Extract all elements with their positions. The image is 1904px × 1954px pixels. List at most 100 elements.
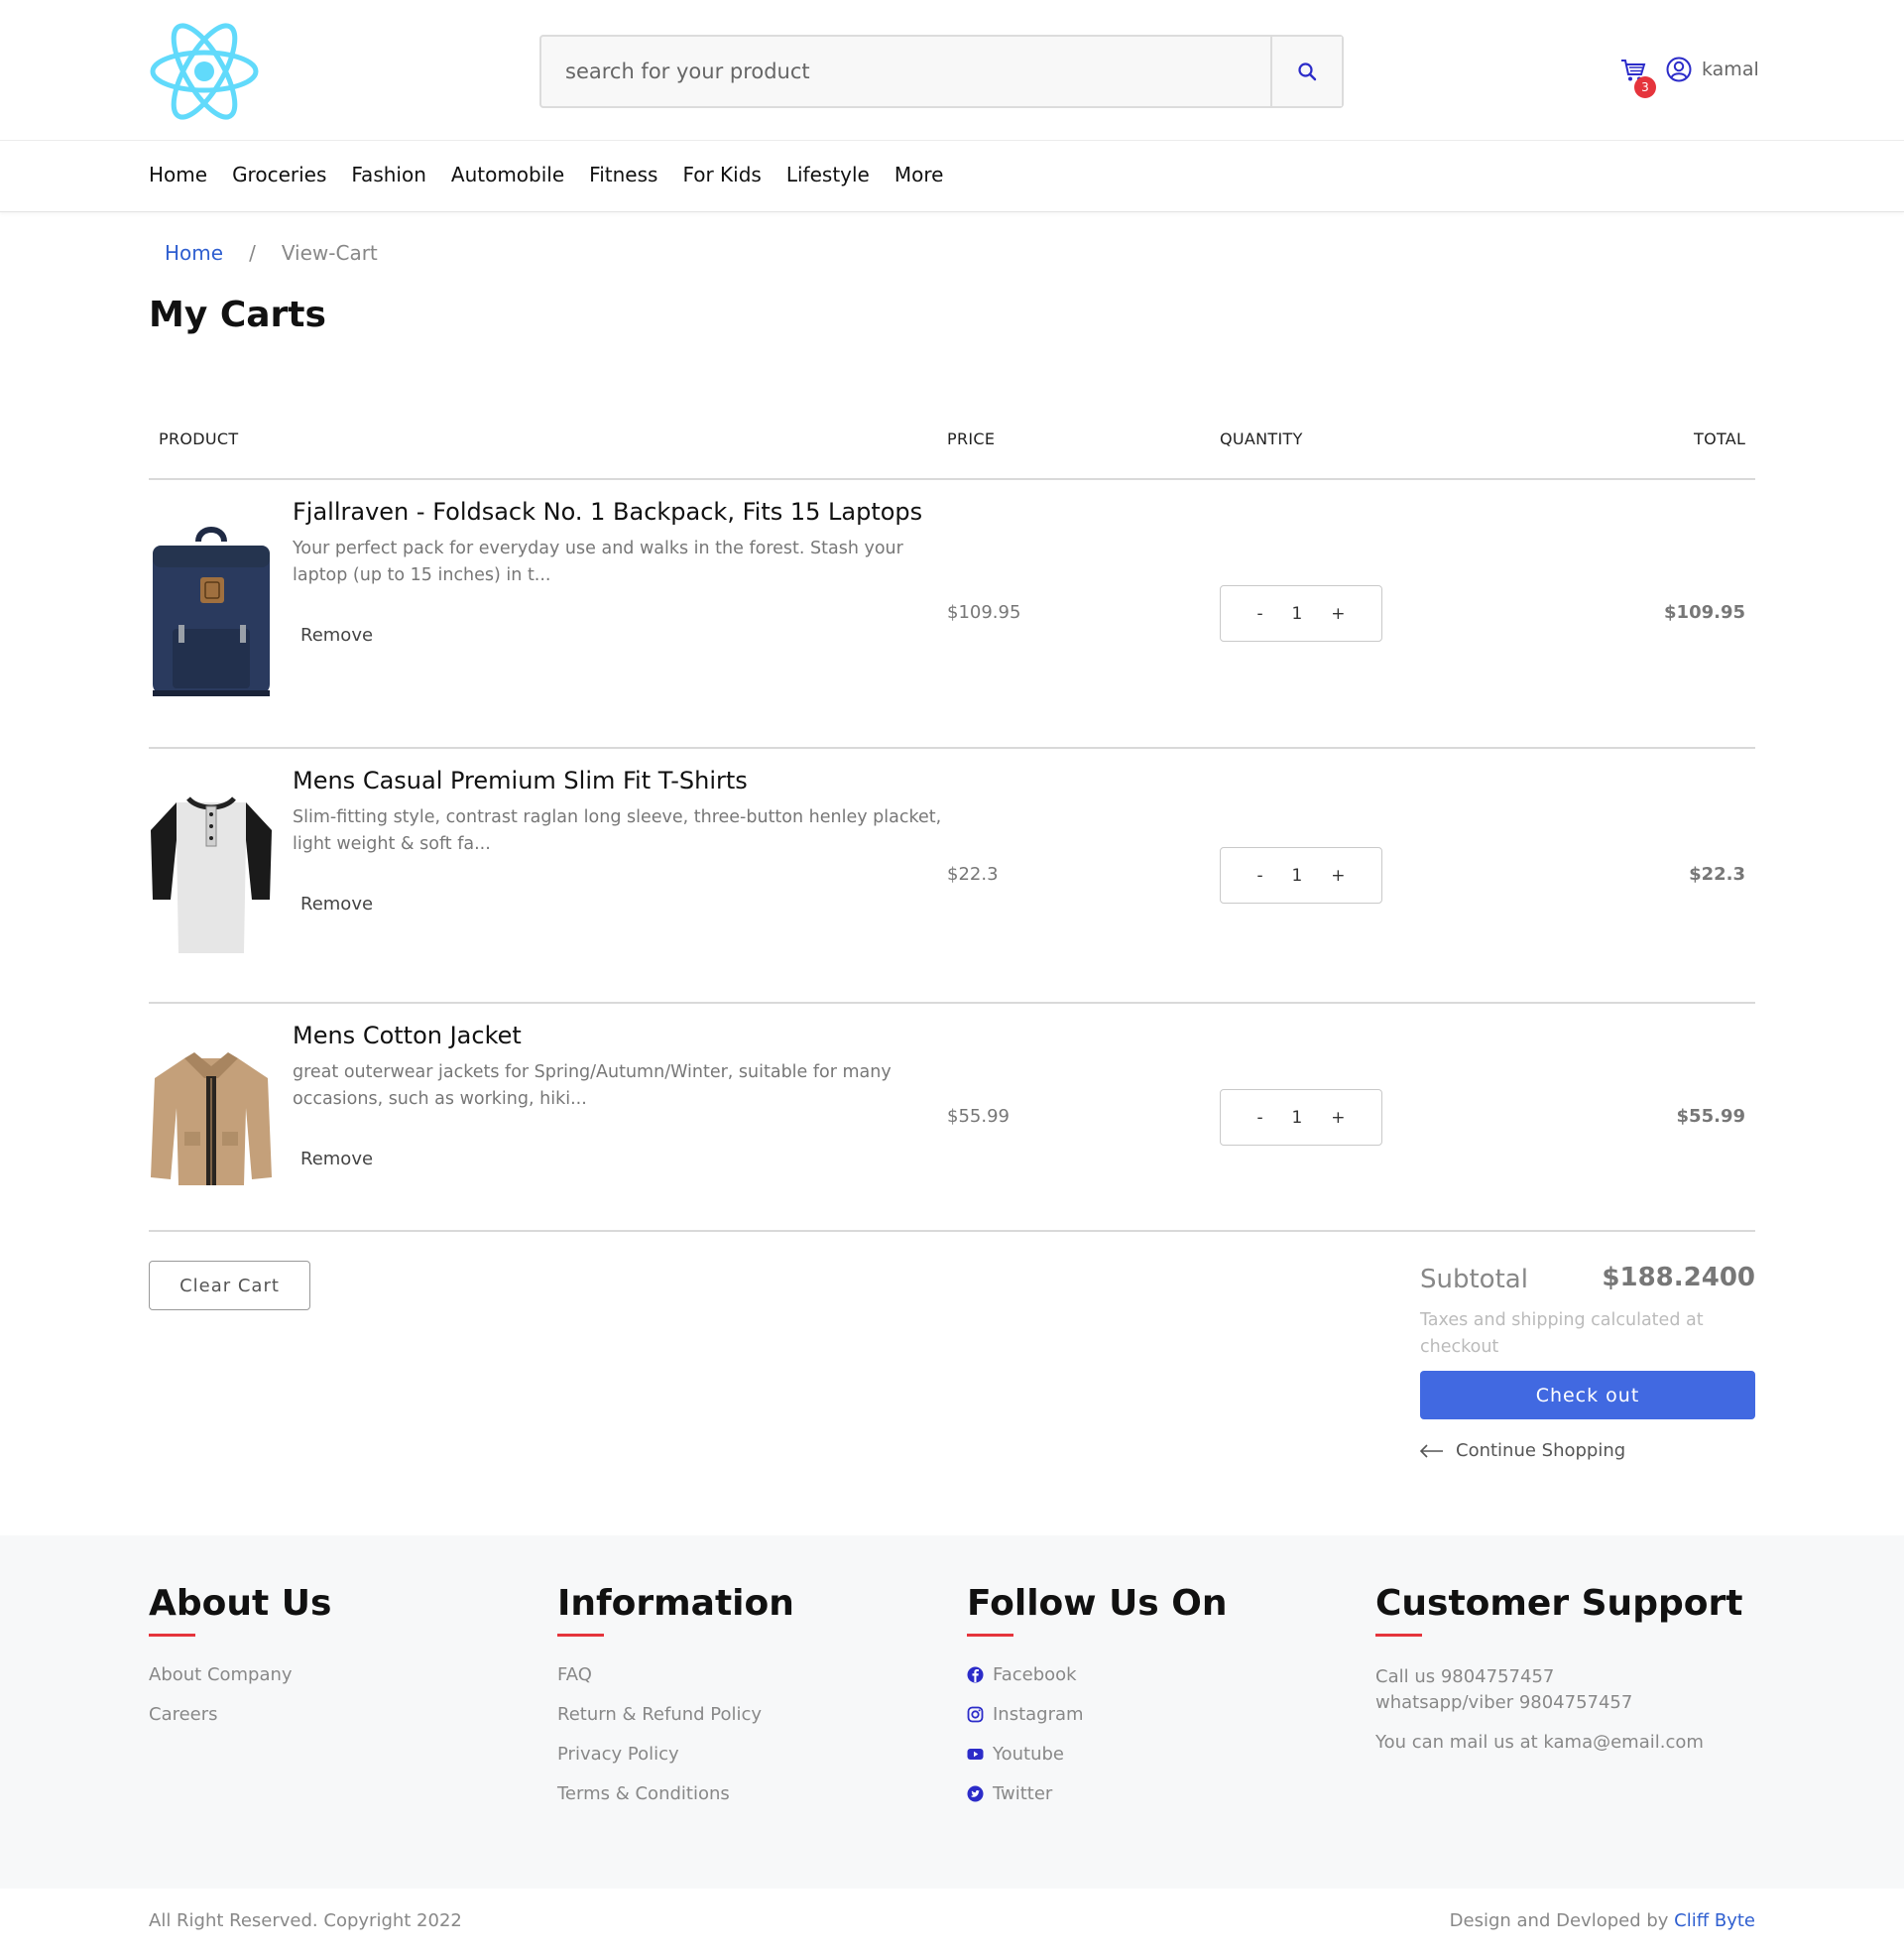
footer-link-facebook[interactable]: Facebook bbox=[967, 1664, 1228, 1685]
support-email: You can mail us at kama@email.com bbox=[1375, 1732, 1704, 1753]
checkout-button[interactable]: Check out bbox=[1420, 1371, 1755, 1419]
facebook-icon bbox=[967, 1666, 984, 1683]
column-header-quantity: QUANTITY bbox=[1220, 429, 1303, 448]
search-icon bbox=[1298, 62, 1317, 81]
nav-item-fitness[interactable]: Fitness bbox=[589, 163, 657, 186]
product-description: Slim-fitting style, contrast raglan long… bbox=[293, 807, 942, 854]
heading-underline bbox=[967, 1634, 1013, 1637]
footer-heading: Follow Us On bbox=[967, 1583, 1228, 1624]
column-header-total: TOTAL bbox=[1694, 429, 1746, 448]
footer-link-youtube[interactable]: Youtube bbox=[967, 1744, 1228, 1765]
nav-item-automobile[interactable]: Automobile bbox=[451, 163, 564, 186]
cart-row: Fjallraven - Foldsack No. 1 Backpack, Fi… bbox=[149, 480, 1755, 748]
footer-heading: Customer Support bbox=[1375, 1583, 1743, 1624]
quantity-value: 1 bbox=[1291, 865, 1303, 886]
quantity-increase-button[interactable]: + bbox=[1331, 1108, 1345, 1128]
user-icon bbox=[1666, 57, 1692, 82]
footer-link-label: Youtube bbox=[993, 1744, 1064, 1765]
support-whatsapp: whatsapp/viber 9804757457 bbox=[1375, 1692, 1633, 1713]
footer-support: Customer Support Call us 9804757457 what… bbox=[1375, 1583, 1742, 1756]
footer-link-about-company[interactable]: About Company bbox=[149, 1664, 331, 1685]
instagram-icon bbox=[967, 1706, 984, 1723]
table-divider bbox=[149, 1230, 1755, 1232]
site-header: 3 kamal bbox=[0, 0, 1904, 141]
row-total: $109.95 bbox=[1664, 602, 1745, 623]
footer-about: About Us About Company Careers bbox=[149, 1583, 331, 1744]
product-price: $22.3 bbox=[947, 864, 999, 885]
footer-link-terms[interactable]: Terms & Conditions bbox=[557, 1783, 794, 1804]
product-description: great outerwear jackets for Spring/Autum… bbox=[293, 1062, 892, 1109]
heading-underline bbox=[1375, 1634, 1422, 1637]
subtotal-value: $188.2400 bbox=[1602, 1263, 1755, 1292]
row-total: $55.99 bbox=[1676, 1106, 1745, 1127]
quantity-value: 1 bbox=[1291, 603, 1303, 624]
credit-link[interactable]: Cliff Byte bbox=[1674, 1910, 1755, 1931]
breadcrumb-separator: / bbox=[249, 241, 256, 265]
quantity-value: 1 bbox=[1291, 1107, 1303, 1128]
footer-link-instagram[interactable]: Instagram bbox=[967, 1704, 1228, 1725]
footer-link-label: Twitter bbox=[993, 1783, 1053, 1804]
clear-cart-button[interactable]: Clear Cart bbox=[149, 1261, 310, 1310]
react-logo[interactable] bbox=[149, 22, 260, 121]
continue-shopping-label: Continue Shopping bbox=[1456, 1440, 1626, 1461]
user-menu[interactable]: kamal bbox=[1666, 57, 1759, 82]
continue-shopping-link[interactable]: Continue Shopping bbox=[1420, 1440, 1625, 1461]
search-input[interactable] bbox=[541, 37, 1270, 106]
cart-count-badge: 3 bbox=[1634, 76, 1656, 98]
row-total: $22.3 bbox=[1689, 864, 1745, 885]
main-nav: Home Groceries Fashion Automobile Fitnes… bbox=[0, 141, 1904, 212]
product-description: Your perfect pack for everyday use and w… bbox=[293, 539, 903, 585]
page-title: My Carts bbox=[149, 295, 326, 335]
twitter-icon bbox=[967, 1785, 984, 1802]
footer-follow: Follow Us On Facebook Instagram Youtube bbox=[967, 1583, 1228, 1823]
footer-heading: Information bbox=[557, 1583, 794, 1624]
nav-item-more[interactable]: More bbox=[894, 163, 944, 186]
footer-link-refund-policy[interactable]: Return & Refund Policy bbox=[557, 1704, 794, 1725]
site-footer: About Us About Company Careers Informati… bbox=[0, 1535, 1904, 1889]
product-image-backpack bbox=[149, 522, 274, 702]
nav-item-groceries[interactable]: Groceries bbox=[232, 163, 326, 186]
quantity-decrease-button[interactable]: - bbox=[1256, 604, 1262, 624]
quantity-stepper: - 1 + bbox=[1220, 847, 1382, 904]
tax-note: Taxes and shipping calculated at checkou… bbox=[1420, 1310, 1704, 1357]
nav-item-fashion[interactable]: Fashion bbox=[351, 163, 426, 186]
quantity-stepper: - 1 + bbox=[1220, 1089, 1382, 1146]
product-title[interactable]: Fjallraven - Foldsack No. 1 Backpack, Fi… bbox=[293, 498, 922, 526]
footer-link-privacy-policy[interactable]: Privacy Policy bbox=[557, 1744, 794, 1765]
quantity-increase-button[interactable]: + bbox=[1331, 866, 1345, 886]
quantity-stepper: - 1 + bbox=[1220, 585, 1382, 642]
product-title[interactable]: Mens Cotton Jacket bbox=[293, 1022, 522, 1049]
heading-underline bbox=[149, 1634, 195, 1637]
nav-item-home[interactable]: Home bbox=[149, 163, 207, 186]
nav-item-for-kids[interactable]: For Kids bbox=[682, 163, 761, 186]
footer-link-careers[interactable]: Careers bbox=[149, 1704, 331, 1725]
quantity-decrease-button[interactable]: - bbox=[1256, 1108, 1262, 1128]
footer-heading: About Us bbox=[149, 1583, 332, 1624]
credit-text: Design and Devloped by Cliff Byte bbox=[1450, 1910, 1755, 1931]
cart-row: Mens Casual Premium Slim Fit T-Shirts Sl… bbox=[149, 749, 1755, 1002]
subtotal-label: Subtotal bbox=[1420, 1265, 1528, 1294]
remove-button[interactable]: Remove bbox=[300, 894, 373, 915]
nav-item-lifestyle[interactable]: Lifestyle bbox=[786, 163, 870, 186]
footer-link-twitter[interactable]: Twitter bbox=[967, 1783, 1228, 1804]
quantity-decrease-button[interactable]: - bbox=[1256, 866, 1262, 886]
product-title[interactable]: Mens Casual Premium Slim Fit T-Shirts bbox=[293, 767, 748, 794]
copyright-text: All Right Reserved. Copyright 2022 bbox=[149, 1910, 462, 1931]
footer-link-faq[interactable]: FAQ bbox=[557, 1664, 794, 1685]
product-image-t-shirt bbox=[149, 791, 274, 959]
breadcrumb-home[interactable]: Home bbox=[165, 241, 223, 265]
product-price: $109.95 bbox=[947, 602, 1021, 623]
remove-button[interactable]: Remove bbox=[300, 1149, 373, 1169]
breadcrumb: Home / View-Cart bbox=[165, 241, 378, 265]
quantity-increase-button[interactable]: + bbox=[1331, 604, 1345, 624]
cart-button[interactable]: 3 bbox=[1620, 58, 1656, 98]
footer-information: Information FAQ Return & Refund Policy P… bbox=[557, 1583, 794, 1823]
remove-button[interactable]: Remove bbox=[300, 625, 373, 646]
footer-link-label: Facebook bbox=[993, 1664, 1077, 1685]
product-price: $55.99 bbox=[947, 1106, 1010, 1127]
footer-link-label: Instagram bbox=[993, 1704, 1084, 1725]
support-phone: Call us 9804757457 bbox=[1375, 1666, 1555, 1687]
search-button[interactable] bbox=[1270, 37, 1342, 106]
breadcrumb-current: View-Cart bbox=[281, 241, 378, 265]
username: kamal bbox=[1702, 59, 1759, 80]
